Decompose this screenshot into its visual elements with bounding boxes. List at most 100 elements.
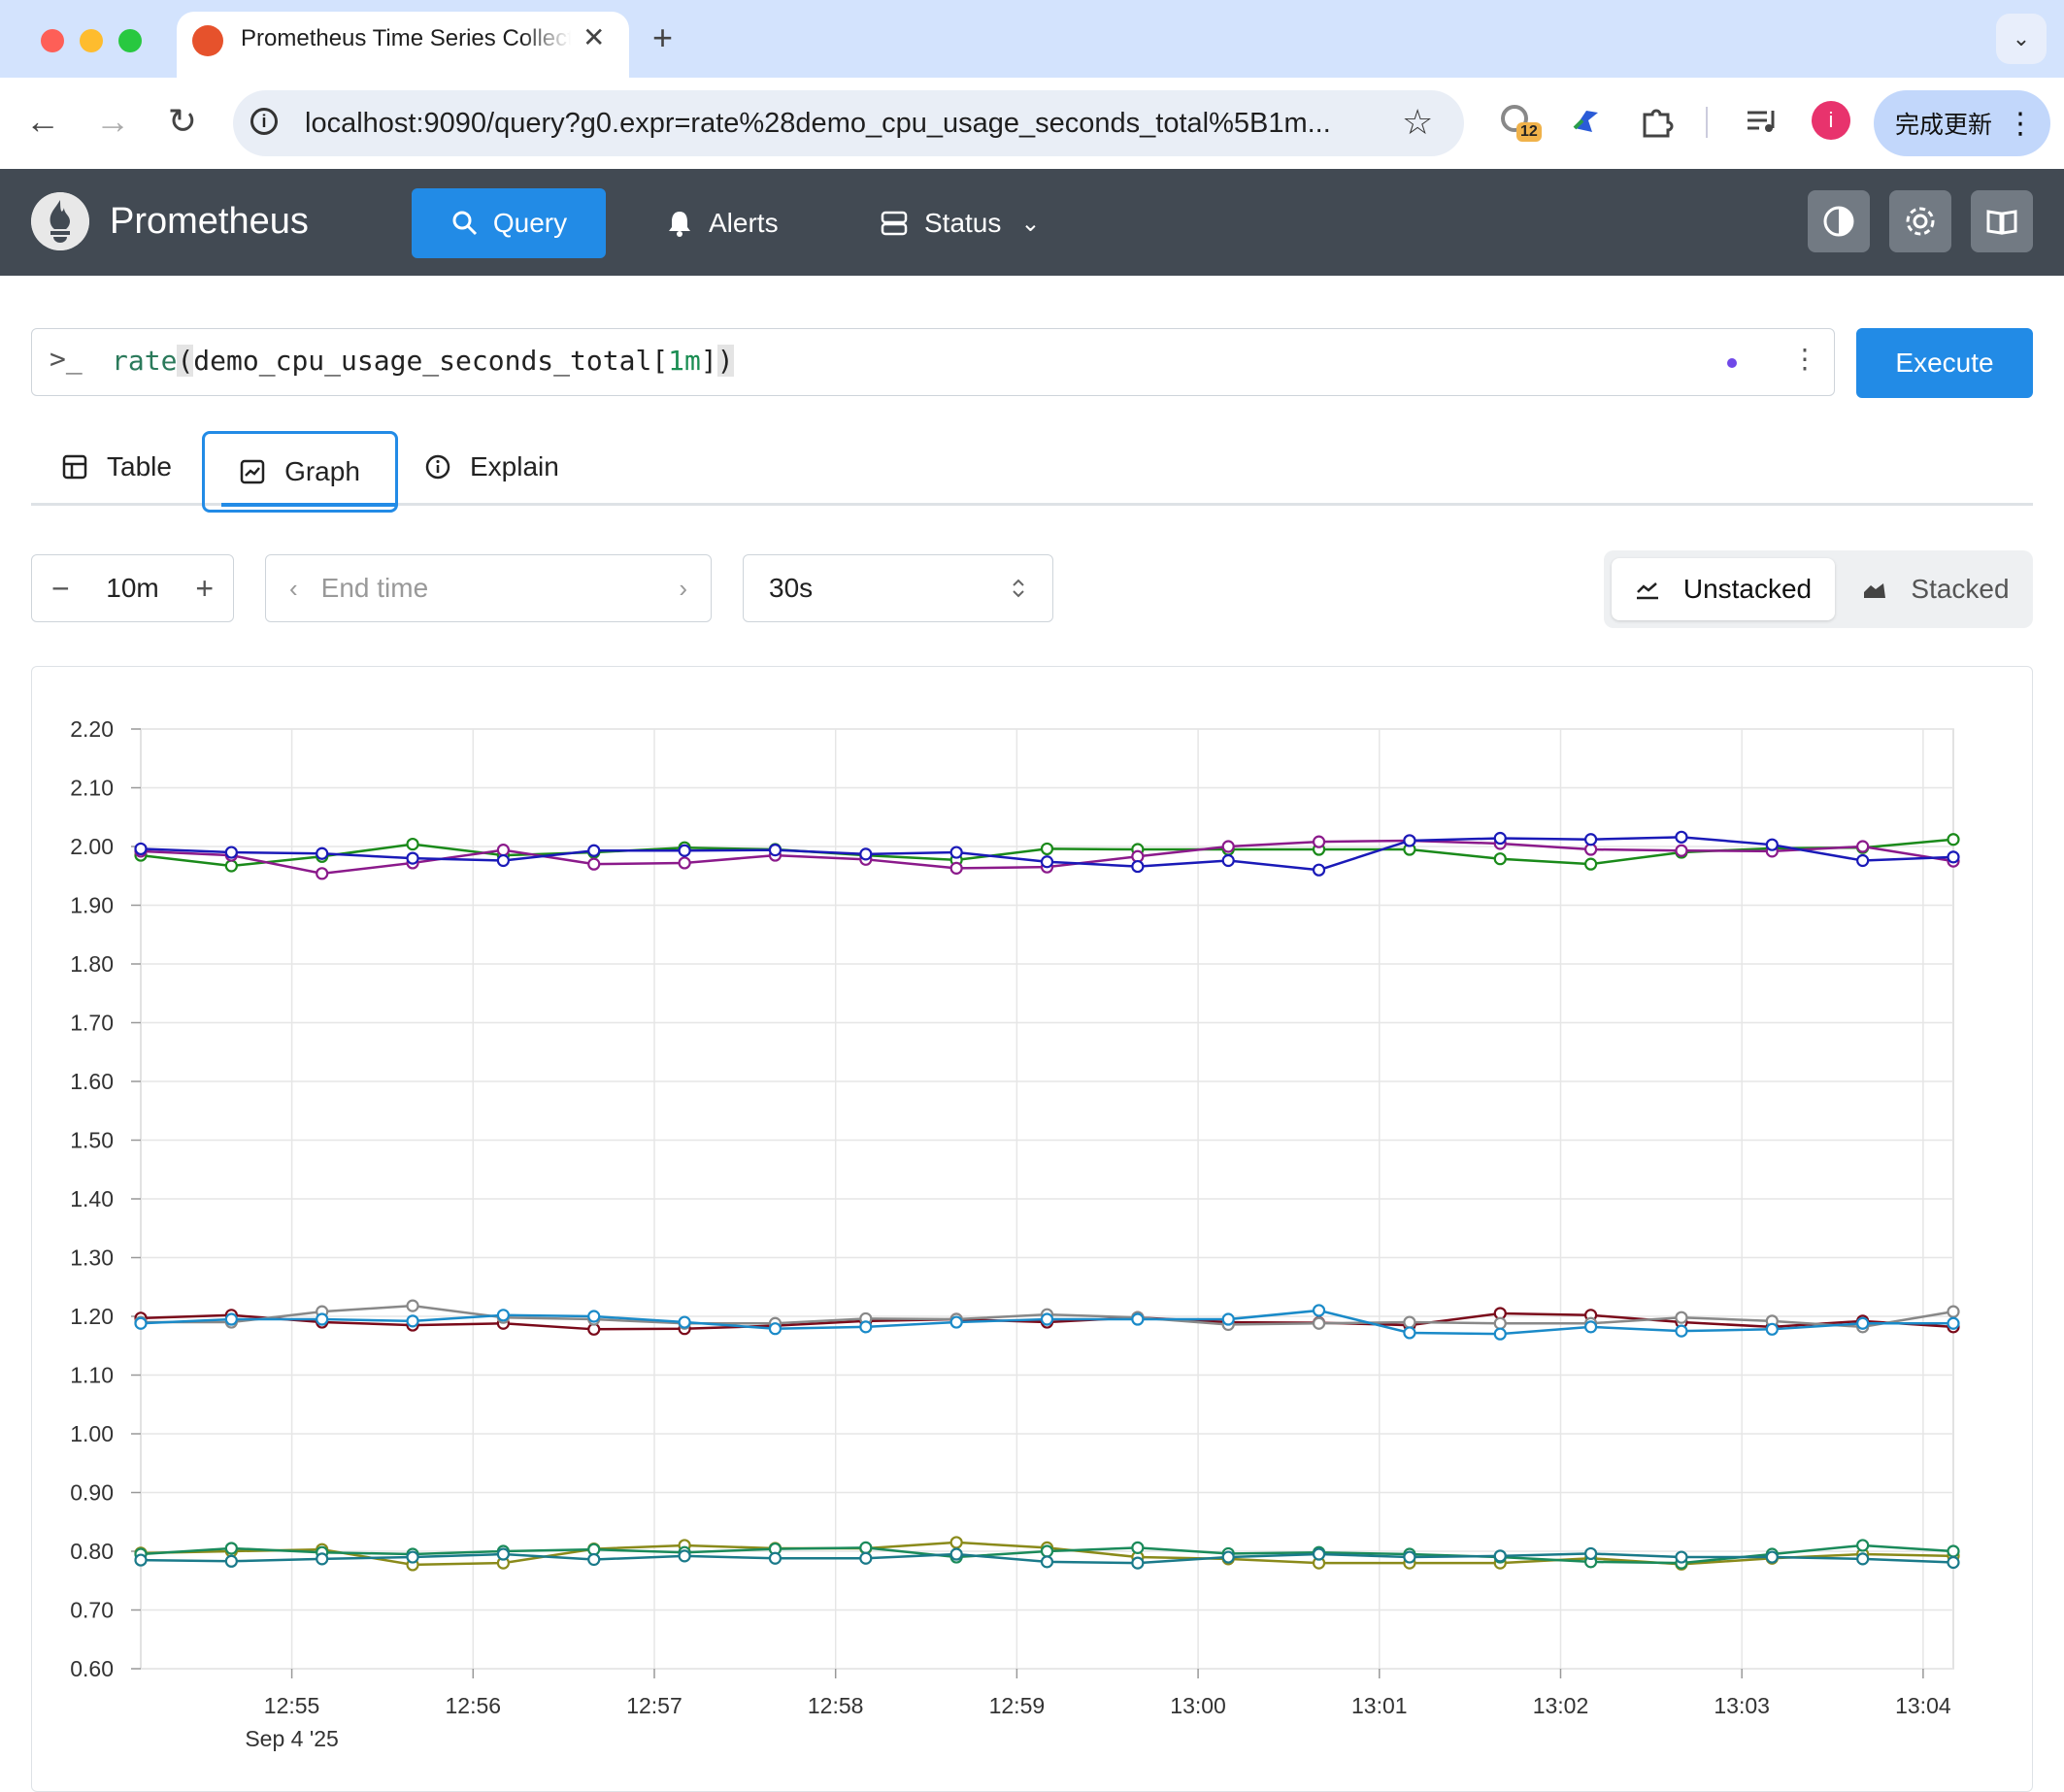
resolution-select[interactable]: 30s (743, 554, 1053, 622)
data-point (1312, 1304, 1326, 1317)
tab-search-chevron-icon[interactable]: ⌄ (1996, 14, 2047, 64)
unstacked-option[interactable]: Unstacked (1612, 558, 1835, 620)
prometheus-navbar: Prometheus Query Alerts Status ⌄ (0, 169, 2064, 276)
y-tick-label: 0.70 (70, 1598, 114, 1623)
y-tick-label: 1.10 (70, 1363, 114, 1388)
data-point (1947, 833, 1960, 846)
url-text[interactable]: localhost:9090/query?g0.expr=rate%28demo… (305, 108, 1331, 140)
resolution-value: 30s (769, 573, 814, 603)
forward-icon[interactable]: → (91, 101, 134, 142)
decrease-range-button[interactable]: − (51, 571, 70, 607)
expression-text[interactable]: rate(demo_cpu_usage_seconds_total[1m]) (112, 345, 734, 377)
back-icon[interactable]: ← (21, 101, 64, 142)
x-tick-label: 12:59 (989, 1693, 1046, 1718)
tab-explain[interactable]: Explain (425, 431, 559, 503)
bookmark-star-icon[interactable]: ☆ (1402, 102, 1433, 143)
extension-bird-icon[interactable] (1565, 99, 1608, 142)
data-point (134, 1316, 148, 1330)
data-point (1947, 850, 1960, 864)
address-bar[interactable]: i localhost:9090/query?g0.expr=rate%28de… (233, 90, 1464, 156)
data-point (1583, 857, 1598, 871)
time-series-chart[interactable]: 2.20 2.10 2.00 1.90 1.80 1.70 1.60 1.50 1.40 1.30… (0, 666, 2064, 1776)
new-tab-icon[interactable]: + (652, 17, 673, 58)
data-point (949, 1536, 963, 1549)
y-axis: 2.20 2.10 2.00 1.90 1.80 1.70 1.60 1.50 1.40 1.30… (70, 716, 141, 1681)
data-point (1947, 1544, 1960, 1558)
data-point (1583, 833, 1598, 846)
increase-range-button[interactable]: + (195, 571, 214, 607)
brand-title[interactable]: Prometheus (110, 201, 309, 243)
data-point (1856, 1539, 1870, 1552)
data-point (859, 847, 873, 861)
browser-tab[interactable]: Prometheus Time Series Collection and Pr… (177, 12, 629, 78)
execute-button[interactable]: Execute (1856, 328, 2033, 398)
data-point (1131, 1312, 1145, 1326)
y-tick-label: 2.20 (70, 716, 114, 742)
extension-timer-icon[interactable]: 12 (1495, 99, 1542, 142)
expression-input[interactable]: >_ rate(demo_cpu_usage_seconds_total[1m]… (31, 328, 1835, 396)
extensions-puzzle-icon[interactable] (1635, 99, 1678, 142)
data-point (1856, 853, 1870, 868)
end-time-input[interactable]: End time (321, 573, 680, 604)
tab-graph[interactable]: Graph (202, 431, 398, 513)
settings-button[interactable] (1889, 190, 1951, 252)
close-tab-icon[interactable]: ✕ (583, 21, 605, 53)
data-point (768, 844, 782, 857)
data-point (587, 844, 601, 857)
nav-query-label: Query (492, 208, 568, 238)
nav-alerts-link[interactable]: Alerts (666, 188, 779, 258)
data-point (1675, 830, 1688, 844)
stacked-option[interactable]: Stacked (1847, 558, 2025, 620)
data-point (1675, 1311, 1688, 1324)
x-tick-label: 13:00 (1170, 1693, 1226, 1718)
zoom-window-icon[interactable] (118, 29, 142, 52)
browser-tabstrip: Prometheus Time Series Collection and Pr… (0, 0, 2064, 78)
media-control-icon[interactable] (1740, 99, 1782, 142)
y-tick-label: 1.80 (70, 951, 114, 977)
nav-status-dropdown[interactable]: Status ⌄ (880, 188, 1041, 258)
data-point (859, 1320, 873, 1334)
data-point (768, 1322, 782, 1336)
close-window-icon[interactable] (41, 29, 64, 52)
data-point (1403, 1315, 1416, 1329)
update-browser-button[interactable]: 完成更新 ⋮ (1874, 90, 2050, 156)
y-tick-label: 1.30 (70, 1245, 114, 1271)
previous-time-button[interactable]: ‹ (289, 574, 298, 604)
data-point (587, 1552, 601, 1567)
reload-icon[interactable]: ↻ (161, 101, 204, 142)
nav-query-link[interactable]: Query (412, 188, 606, 258)
data-point (1856, 1552, 1870, 1566)
browser-menu-icon: ⋮ (2006, 107, 2036, 140)
book-icon (1986, 210, 2017, 235)
data-point (1040, 1555, 1054, 1569)
next-time-button[interactable]: › (679, 574, 687, 604)
range-value[interactable]: 10m (106, 573, 158, 604)
data-point (678, 856, 691, 870)
data-point (316, 867, 329, 880)
data-point (1675, 1550, 1688, 1564)
data-point (1856, 840, 1870, 853)
data-point (316, 1312, 329, 1326)
data-point (224, 1554, 238, 1568)
chevron-down-icon: ⌄ (1020, 210, 1041, 237)
data-point (587, 857, 601, 871)
data-point (1040, 1312, 1054, 1326)
data-point (678, 1549, 691, 1563)
data-point (1947, 1555, 1960, 1570)
profile-avatar[interactable]: i (1812, 101, 1850, 140)
data-point (224, 846, 238, 859)
x-date-label: Sep 4 '25 (245, 1726, 338, 1751)
range-control: − 10m + (31, 554, 234, 622)
prometheus-logo-icon[interactable] (31, 192, 89, 250)
expr-close-paren: ) (716, 345, 734, 377)
up-down-chevron-icon (1013, 579, 1024, 598)
documentation-button[interactable] (1971, 190, 2033, 252)
minimize-window-icon[interactable] (80, 29, 103, 52)
tab-table[interactable]: Table (62, 431, 172, 503)
y-tick-label: 1.40 (70, 1186, 114, 1211)
tab-explain-label: Explain (470, 451, 559, 481)
theme-toggle-button[interactable] (1808, 190, 1870, 252)
expr-range: 1m (668, 345, 701, 377)
site-info-icon[interactable]: i (250, 108, 278, 135)
expression-menu-icon[interactable]: ⋮ (1791, 343, 1818, 375)
